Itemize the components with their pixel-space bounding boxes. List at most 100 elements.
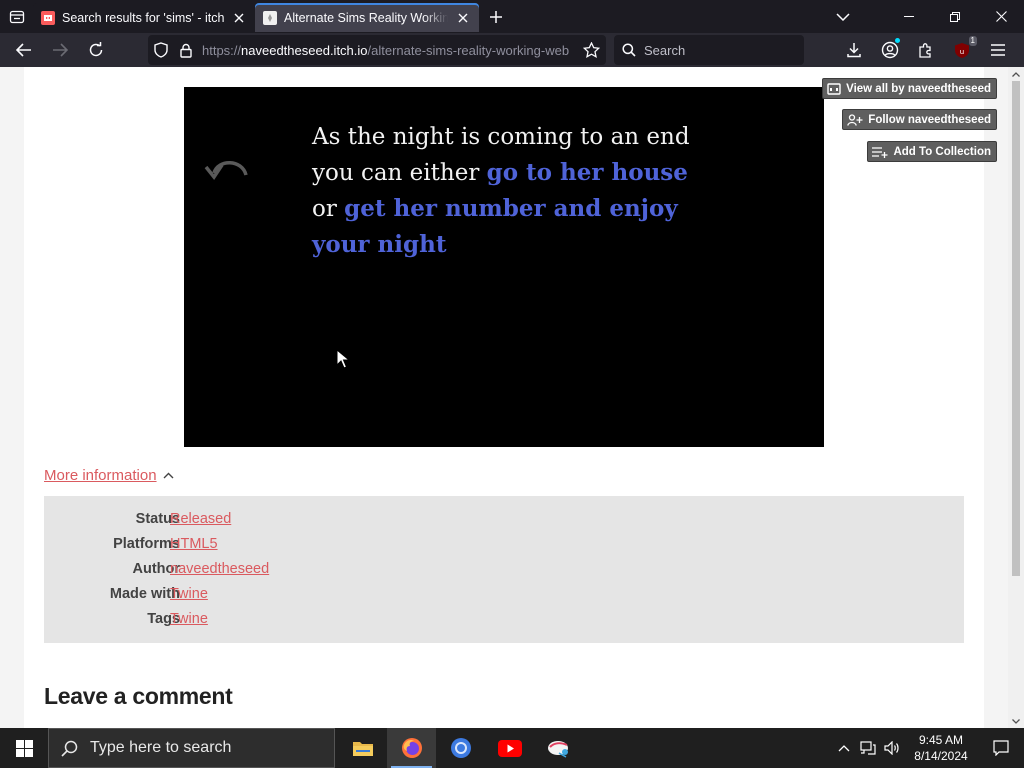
clock-time: 9:45 AM [918,733,964,747]
firefox-icon [401,738,422,758]
minimize-button[interactable] [886,0,932,33]
add-to-collection-button[interactable]: Add To Collection [867,141,997,162]
app-menu-button[interactable] [980,34,1016,66]
close-icon [995,11,1007,22]
forward-button[interactable] [42,34,78,66]
follow-button[interactable]: Follow naveedtheseed [842,109,997,130]
youtube-taskbar-button[interactable] [485,728,534,768]
info-row-platforms: Platforms HTML5 [44,536,644,558]
close-tab-icon[interactable] [455,10,471,26]
page-scrollbar[interactable] [1008,67,1024,728]
scrollbar-thumb[interactable] [1012,81,1020,576]
start-button[interactable] [0,728,48,768]
taskbar-search-placeholder: Type here to search [90,739,232,756]
info-table: Status Released Platforms HTML5 Author n… [44,496,964,643]
app-icon [547,741,568,758]
new-tab-button[interactable] [480,1,512,33]
tab-search-results[interactable]: Search results for 'sims' - itch.io [33,3,255,32]
show-hidden-icons-button[interactable] [832,728,856,768]
sync-dot [895,38,900,43]
chevron-up-icon [838,744,850,751]
speaker-icon [884,741,899,755]
search-bar[interactable]: Search [614,35,804,65]
account-button[interactable] [872,34,908,66]
chrome-icon [450,738,471,758]
info-key: Made with [109,586,180,602]
browser-tab-bar: Search results for 'sims' - itch.io Alte… [0,0,1024,33]
game-embed-frame[interactable]: As the night is coming to an end you can… [184,87,824,447]
search-icon [61,740,78,757]
windows-taskbar: Type here to search 9:45 AM 8/14/2024 [0,728,1024,768]
scroll-up-arrow-icon[interactable] [1008,67,1024,81]
view-all-button[interactable]: View all by naveedtheseed [822,78,997,99]
youtube-icon [497,739,522,757]
file-explorer-taskbar-button[interactable] [338,728,387,768]
tab-title: Search results for 'sims' - itch.io [62,10,224,25]
reload-icon [89,42,103,57]
web-page: As the night is coming to an end you can… [0,67,1008,728]
page-favicon-icon [263,10,277,25]
firefox-taskbar-button[interactable] [387,728,436,768]
search-icon [622,43,636,57]
firefox-view-button[interactable] [0,0,33,33]
restore-button[interactable] [932,0,978,33]
close-window-button[interactable] [978,0,1024,33]
arrow-right-icon [53,43,68,57]
choice-link-house[interactable]: go to her house [487,159,688,186]
hamburger-menu-icon [991,44,1005,56]
chrome-taskbar-button[interactable] [436,728,485,768]
info-value-link[interactable]: HTML5 [170,536,218,552]
account-icon [881,41,899,59]
info-key: Author [132,561,180,577]
info-key: Tags [147,611,180,627]
url-host: naveedtheseed.itch.io [241,42,368,58]
view-all-label: View all by naveedtheseed [846,82,991,95]
list-all-tabs-button[interactable] [820,0,866,33]
downloads-button[interactable] [836,34,872,66]
info-row-tags: Tags Twine [44,611,644,633]
info-value-link[interactable]: Released [170,511,231,527]
svg-text:u: u [960,48,964,56]
bookmark-star-icon[interactable] [583,42,600,58]
follow-label: Follow naveedtheseed [868,113,991,126]
close-tab-icon[interactable] [231,10,247,26]
app-taskbar-button[interactable] [534,728,583,768]
add-to-collection-label: Add To Collection [893,145,991,158]
info-row-made-with: Made with Twine [44,586,644,608]
info-value-link[interactable]: Twine [170,611,208,627]
ublock-extension-button[interactable]: u 1 [944,34,980,66]
extensions-button[interactable] [908,34,944,66]
ublock-shield-icon: u [955,42,969,58]
restore-icon [950,11,960,22]
chevron-up-icon [163,472,174,479]
lock-icon[interactable] [180,43,192,58]
puzzle-icon [919,43,931,58]
info-value-link[interactable]: Twine [170,586,208,602]
notifications-button[interactable] [978,728,1024,768]
more-information-toggle[interactable]: More information [44,467,174,484]
url-bar[interactable]: https://naveedtheseed.itch.io/alternate-… [148,35,606,65]
tab-alternate-sims[interactable]: Alternate Sims Reality Working Web [255,3,479,32]
more-information-label: More information [44,467,157,484]
url-text[interactable]: https://naveedtheseed.itch.io/alternate-… [202,43,577,58]
itchio-favicon-icon [41,10,55,25]
tab-title: Alternate Sims Reality Working Web [284,10,448,25]
url-path: /alternate-sims-reality-working-web [367,42,570,58]
reload-button[interactable] [78,34,114,66]
info-value-link[interactable]: naveedtheseed [170,561,269,577]
taskbar-clock[interactable]: 9:45 AM 8/14/2024 [904,732,978,764]
taskbar-search-box[interactable]: Type here to search [48,728,335,768]
info-key: Status [135,511,180,527]
chevron-down-icon [836,12,850,21]
network-icon [860,741,876,755]
mouse-cursor-icon [336,349,350,369]
back-button[interactable] [6,34,42,66]
network-button[interactable] [856,728,880,768]
volume-button[interactable] [880,728,904,768]
undo-icon[interactable] [202,151,254,191]
shield-icon[interactable] [154,42,168,58]
extension-badge: 1 [968,36,977,46]
itchio-logo-icon [827,82,841,95]
choice-link-number[interactable]: get her number and enjoy your night [312,195,678,258]
scroll-down-arrow-icon[interactable] [1008,714,1024,728]
